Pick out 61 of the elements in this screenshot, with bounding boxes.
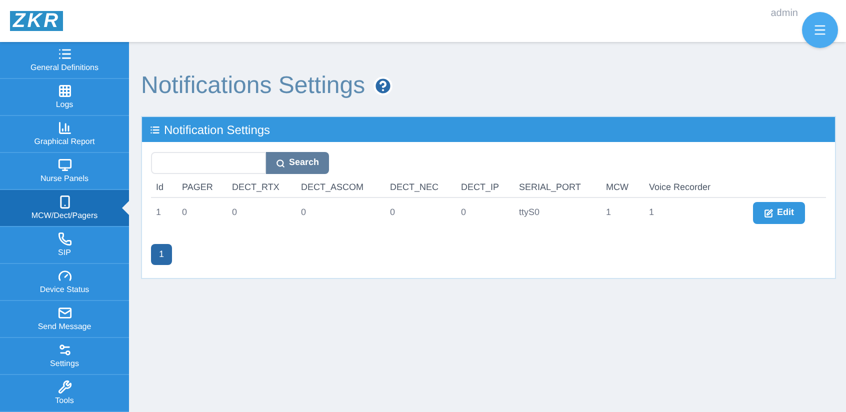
chart-icon — [58, 121, 72, 135]
column-header: Voice Recorder — [649, 180, 712, 194]
sidebar-label: SIP — [58, 248, 71, 258]
sidebar-item[interactable]: Graphical Report — [0, 116, 129, 153]
table-cell-text: 1 — [156, 206, 162, 220]
grid-icon — [58, 84, 72, 98]
column-header: MCW — [606, 180, 630, 194]
table-cell-text: 1 — [649, 206, 656, 220]
table-cell-text: 1 — [606, 206, 612, 220]
column-header: PAGER — [182, 180, 214, 194]
logo: ZKR — [10, 11, 64, 31]
sidebar-item[interactable]: Logs — [0, 79, 129, 116]
sidebar-label: Send Message — [38, 322, 92, 332]
phone-icon — [58, 195, 72, 209]
search-icon — [276, 158, 285, 168]
sidebar-label: Logs — [56, 100, 74, 110]
table-cell-text: 0 — [232, 206, 238, 220]
list-icon — [58, 47, 72, 61]
column-header: DECT_ASCOM — [301, 180, 365, 194]
user-name[interactable]: admin — [770, 6, 798, 21]
column-header: DECT_IP — [461, 180, 500, 194]
page-title: Notifications Settings — [141, 71, 366, 101]
wrench-icon — [58, 380, 72, 394]
column-header: SERIAL_PORT — [519, 180, 582, 194]
monitor-icon — [58, 158, 72, 172]
column-header: DECT_RTX — [232, 180, 280, 194]
sidebar-label: General Definitions — [30, 63, 99, 73]
table-cell-text: ttyS0 — [519, 206, 541, 220]
active-notch — [122, 201, 129, 215]
sidebar-label: Device Status — [40, 285, 90, 295]
sidebar-item[interactable]: MCW/Dect/Pagers — [0, 190, 129, 227]
edit-icon — [764, 208, 773, 218]
search-button[interactable]: Search — [266, 152, 330, 174]
menu-button[interactable] — [802, 12, 838, 48]
sidebar-item[interactable]: Device Status — [0, 264, 129, 301]
sidebar-label: Nurse Panels — [40, 174, 89, 184]
sidebar-item[interactable]: Settings — [0, 338, 129, 375]
table-cell-text: 0 — [182, 206, 188, 220]
sidebar-item[interactable]: Tools — [0, 375, 129, 412]
table-cell-text: 0 — [301, 206, 308, 220]
column-header: DECT_NEC — [390, 180, 440, 194]
sidebar-label: Graphical Report — [34, 137, 95, 147]
edit-button[interactable]: Edit — [753, 202, 805, 224]
panel-title: Notification Settings — [164, 122, 270, 138]
sidebar-item[interactable]: SIP — [0, 227, 129, 264]
search-field[interactable] — [151, 152, 266, 174]
sidebar-item[interactable]: General Definitions — [0, 42, 129, 79]
sidebar-label: Tools — [55, 396, 74, 406]
list-icon — [150, 124, 160, 134]
help-icon[interactable] — [373, 76, 394, 96]
gauge-icon — [58, 269, 72, 283]
sidebar-label: Settings — [50, 359, 79, 369]
table-cell-text: 0 — [461, 206, 468, 220]
table-cell-text: 0 — [390, 206, 396, 220]
mail-icon — [58, 306, 72, 320]
sidebar-item[interactable]: Send Message — [0, 301, 129, 338]
page-button[interactable]: 1 — [151, 244, 172, 265]
sidebar-label: MCW/Dect/Pagers — [31, 211, 98, 221]
column-header: Id — [156, 180, 165, 194]
call-icon — [58, 232, 72, 246]
menu-icon — [813, 23, 827, 37]
